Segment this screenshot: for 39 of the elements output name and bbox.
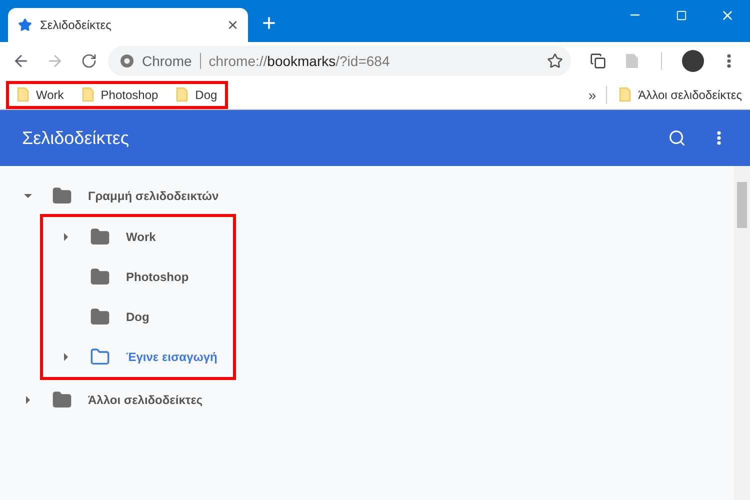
tree-item[interactable]: Άλλοι σελιδοδείκτες (88, 393, 203, 407)
document-icon (625, 53, 639, 69)
bookmark-item[interactable]: Dog (174, 87, 220, 102)
address-bar[interactable]: Chrome chrome://bookmarks/?id=684 (108, 46, 571, 76)
bookmark-item[interactable]: Photoshop (80, 87, 160, 102)
tab-title: Σελιδοδείκτες (40, 18, 112, 32)
tree-item[interactable]: Photoshop (126, 270, 189, 284)
menu-icon (717, 131, 721, 145)
tree-item[interactable]: Έγινε εισαγωγή (126, 350, 218, 364)
tree-item[interactable]: Dog (126, 310, 150, 324)
expand-arrow-icon[interactable] (61, 352, 71, 362)
collapse-arrow-icon[interactable] (23, 191, 33, 201)
forward-arrow-icon (46, 52, 64, 70)
bookmark-star-icon[interactable] (547, 53, 563, 69)
url-text: chrome://bookmarks/?id=684 (208, 53, 391, 69)
browser-tab[interactable]: Σελιδοδείκτες × (8, 8, 248, 42)
bookmark-item[interactable]: Άλλοι σελιδοδείκτες (617, 87, 744, 102)
folder-icon (82, 87, 94, 102)
tree-item[interactable]: Γραμμή σελιδοδεικτών (88, 189, 219, 203)
menu-icon (727, 54, 731, 68)
bookmark-item[interactable]: Work (15, 87, 66, 102)
folder-icon (619, 87, 632, 102)
site-label: Chrome (142, 53, 201, 69)
expand-arrow-icon[interactable] (23, 395, 33, 405)
maximize-icon (676, 10, 686, 20)
star-icon (18, 18, 32, 32)
overflow-chevron[interactable]: » (588, 86, 596, 102)
copy-icon (590, 53, 606, 69)
reload-icon (81, 53, 97, 69)
tree-item[interactable]: Work (126, 230, 156, 244)
scrollbar[interactable] (734, 166, 750, 500)
expand-arrow-icon[interactable] (61, 232, 71, 242)
folder-icon (17, 87, 29, 102)
profile-avatar[interactable] (682, 50, 704, 72)
folder-icon (176, 87, 188, 102)
page-title: Σελιδοδείκτες (22, 128, 130, 148)
new-tab-button[interactable]: + (262, 10, 276, 38)
search-icon (668, 129, 686, 147)
close-tab-button[interactable]: × (227, 14, 238, 36)
